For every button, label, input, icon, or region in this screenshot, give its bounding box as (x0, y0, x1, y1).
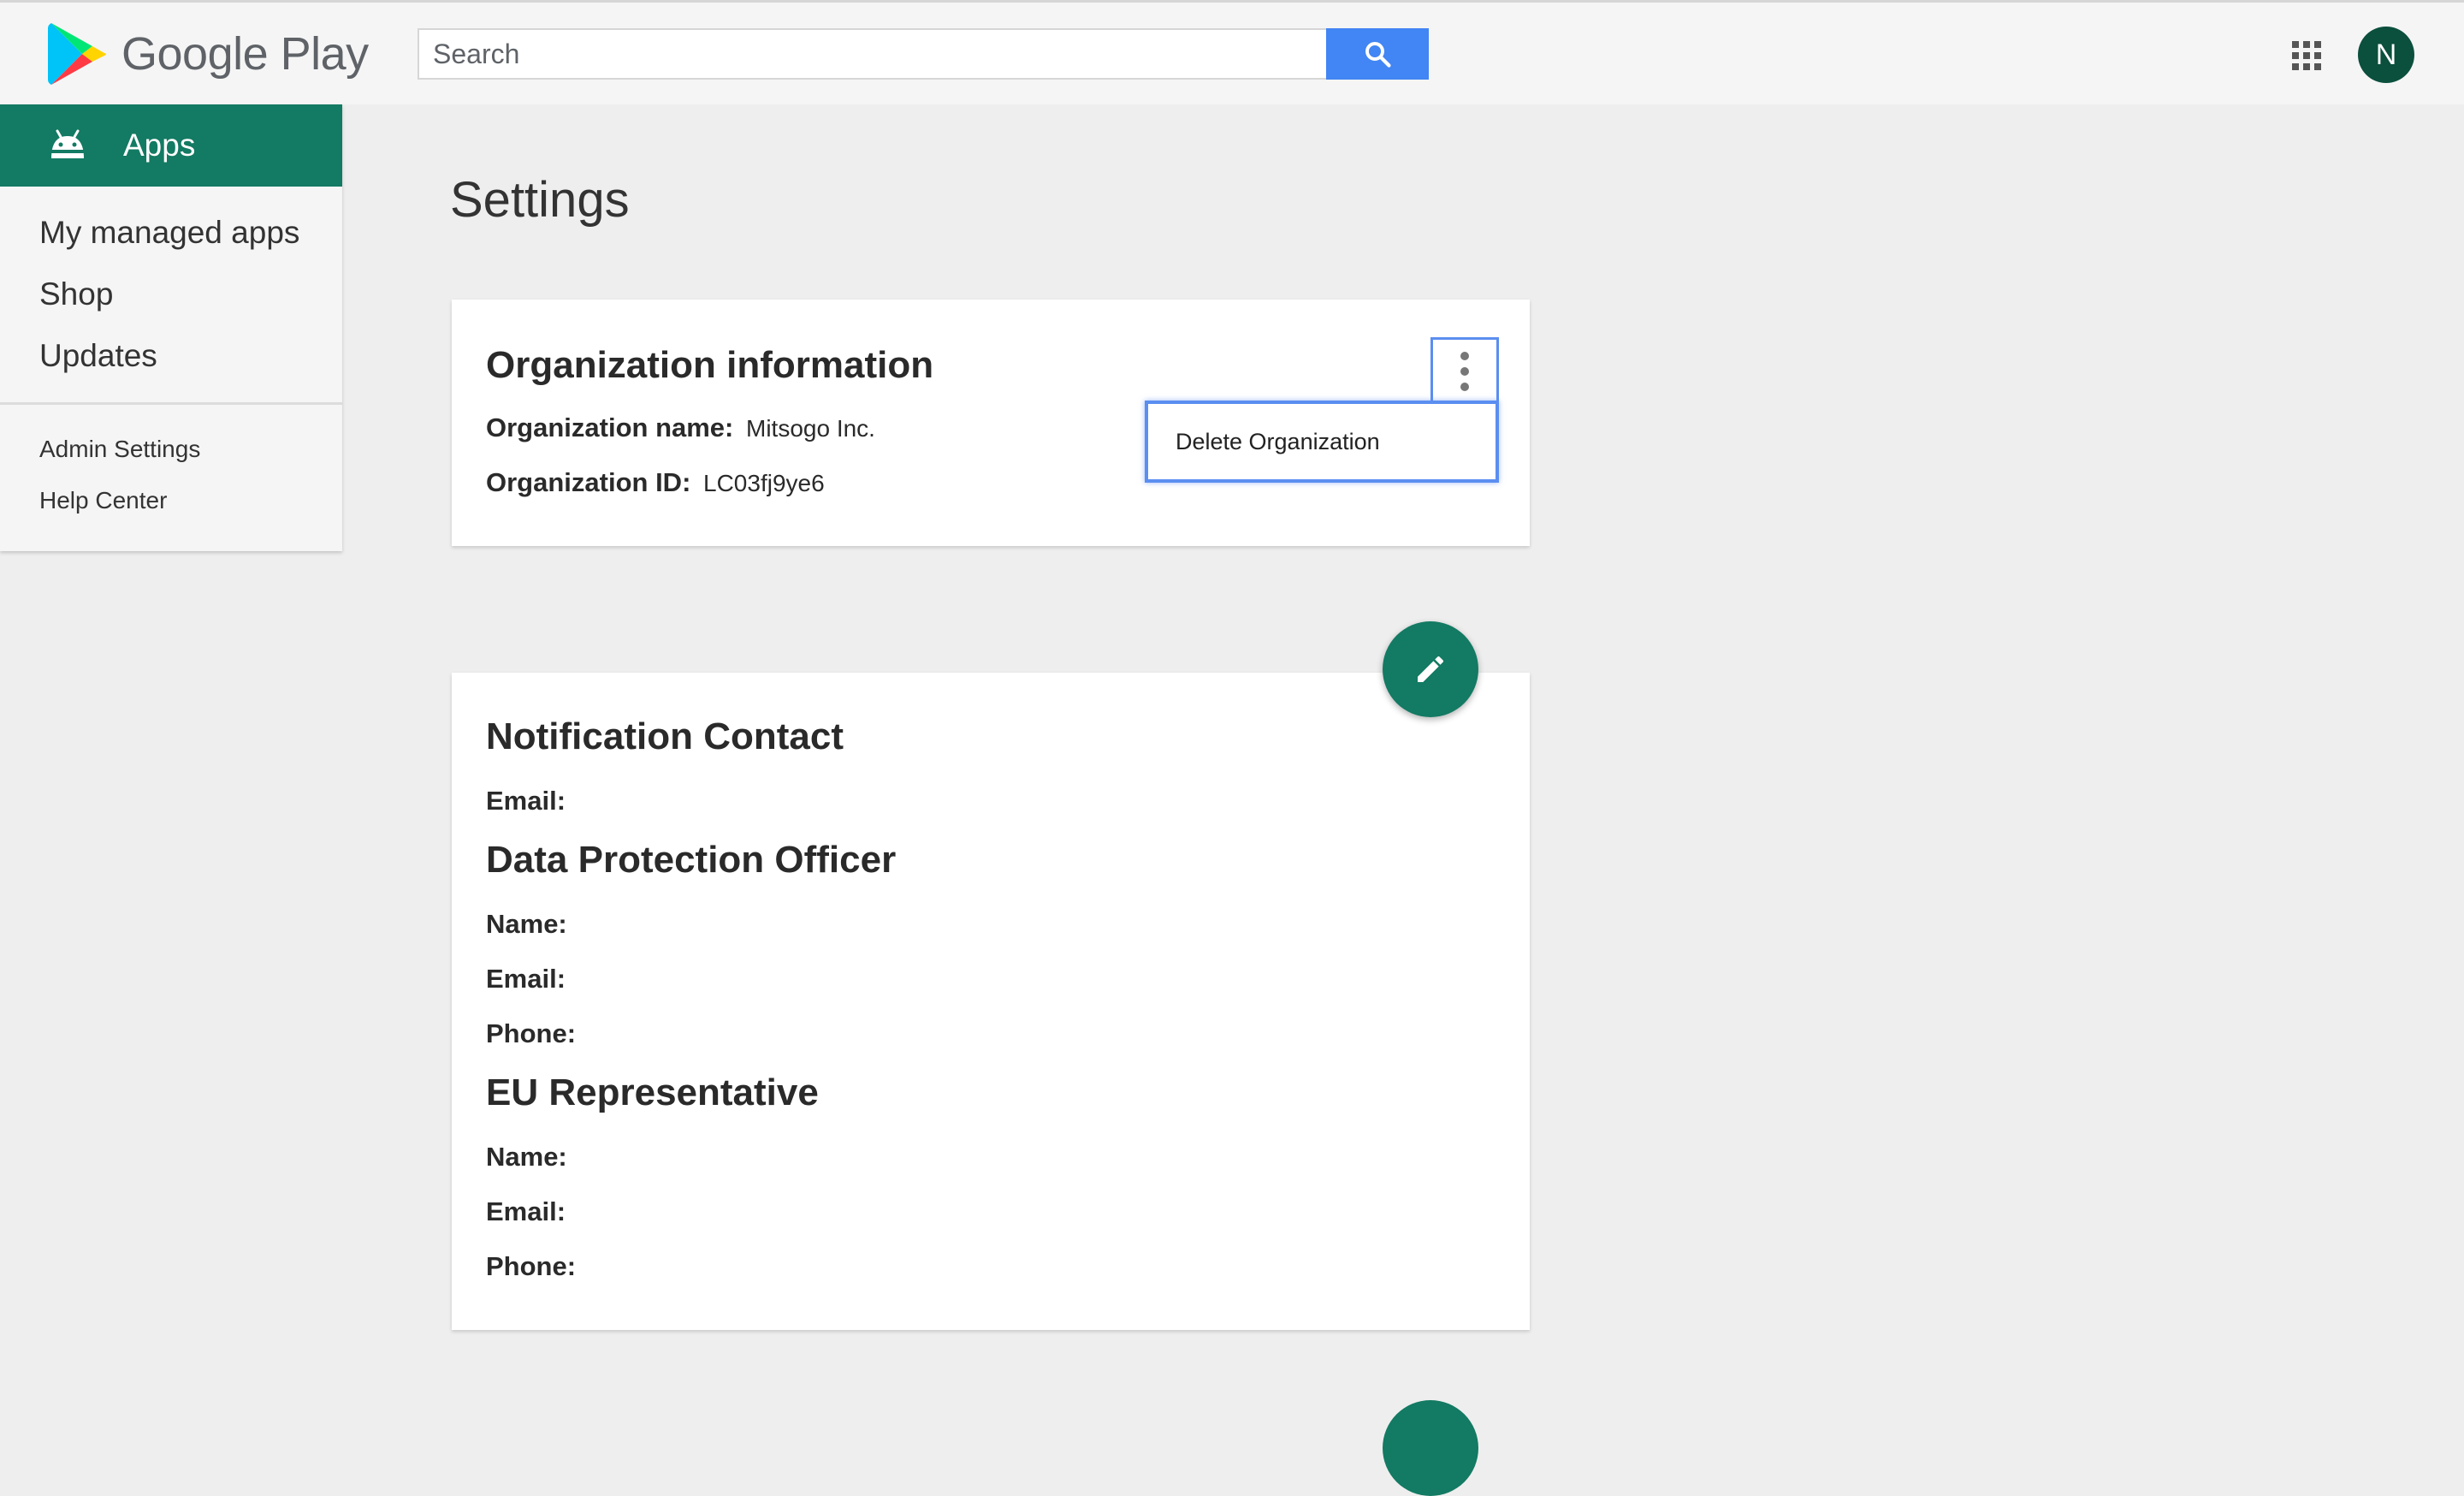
google-play-logo[interactable]: Google Play (48, 21, 369, 86)
google-play-logo-icon (48, 23, 106, 85)
edit-next-section-button[interactable] (1383, 1400, 1478, 1496)
sidebar: Apps My managed apps Shop Updates Admin … (0, 104, 342, 551)
search-input[interactable] (419, 30, 1326, 78)
eu-email-field: Email: (486, 1196, 566, 1227)
edit-contacts-button[interactable] (1383, 621, 1478, 717)
search-bar (418, 28, 1429, 80)
dpo-name-label: Name: (486, 909, 567, 939)
more-vert-icon (1460, 352, 1469, 391)
org-id-label: Organization ID: (486, 467, 691, 497)
dpo-phone-label: Phone: (486, 1018, 577, 1048)
more-options-button[interactable] (1430, 337, 1499, 406)
top-header: Google Play N (0, 0, 2464, 104)
dpo-name-field: Name: (486, 909, 567, 940)
dpo-email-label: Email: (486, 964, 566, 994)
logo-text: Google Play (121, 28, 369, 80)
sidebar-nav: My managed apps Shop Updates (0, 187, 342, 405)
page-title: Settings (450, 172, 630, 228)
search-icon (1365, 42, 1391, 68)
sidebar-item-my-managed-apps[interactable]: My managed apps (0, 202, 342, 264)
eu-phone-label: Phone: (486, 1251, 577, 1281)
sidebar-apps-label: Apps (123, 128, 196, 163)
dpo-email-field: Email: (486, 964, 566, 994)
org-card-title: Organization information (486, 344, 934, 386)
org-id-field: Organization ID: LC03fj9ye6 (486, 467, 825, 498)
sidebar-item-help-center[interactable]: Help Center (0, 475, 342, 526)
android-icon (51, 129, 84, 158)
org-name-value: Mitsogo Inc. (746, 415, 875, 442)
sidebar-secondary: Admin Settings Help Center (0, 405, 342, 526)
org-name-field: Organization name: Mitsogo Inc. (486, 413, 875, 443)
sidebar-item-admin-settings[interactable]: Admin Settings (0, 424, 342, 475)
sidebar-item-updates[interactable]: Updates (0, 325, 342, 387)
eu-name-field: Name: (486, 1142, 567, 1172)
eu-representative-title: EU Representative (486, 1072, 819, 1113)
org-id-value: LC03fj9ye6 (703, 470, 825, 496)
avatar[interactable]: N (2358, 27, 2414, 83)
search-button[interactable] (1326, 28, 1429, 80)
eu-email-label: Email: (486, 1196, 566, 1226)
contacts-card: Notification Contact Email: Data Protect… (452, 673, 1530, 1330)
notification-email-label: Email: (486, 786, 566, 816)
dpo-phone-field: Phone: (486, 1018, 576, 1049)
sidebar-item-apps[interactable]: Apps (0, 104, 342, 187)
eu-phone-field: Phone: (486, 1251, 576, 1282)
edit-pencil-icon (1418, 656, 1444, 682)
eu-name-label: Name: (486, 1142, 567, 1172)
sidebar-item-shop[interactable]: Shop (0, 264, 342, 325)
notification-email-field: Email: (486, 786, 566, 816)
org-name-label: Organization name: (486, 413, 734, 442)
dpo-title: Data Protection Officer (486, 839, 897, 881)
delete-organization-menu-item[interactable]: Delete Organization (1145, 401, 1499, 483)
apps-grid-icon[interactable] (2291, 40, 2322, 71)
notification-contact-title: Notification Contact (486, 715, 844, 757)
